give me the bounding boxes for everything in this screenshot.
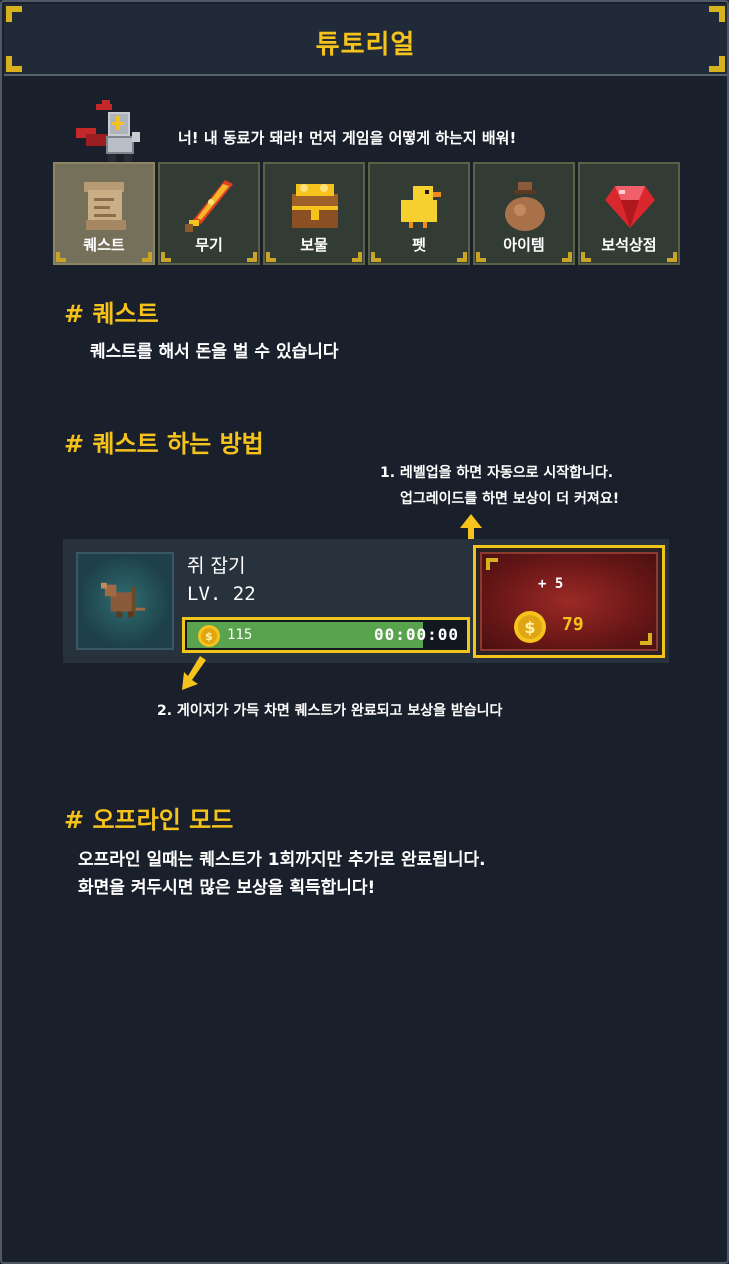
hint-line: 1. 레벨업을 하면 자동으로 시작합니다. <box>380 465 614 481</box>
reward-background: + 5 $ 79 <box>480 552 658 651</box>
tab-label: 보석상점 <box>601 236 657 254</box>
flame-sword-icon <box>185 180 233 232</box>
section-title-howto: # 퀘스트 하는 방법 <box>64 430 264 458</box>
ruby-icon <box>605 186 655 228</box>
section-body-quest: 퀘스트를 해서 돈을 벌 수 있습니다 <box>90 342 339 362</box>
offline-line: 오프라인 일때는 퀘스트가 1회까지만 추가로 완료됩니다. <box>78 850 486 870</box>
tab-weapon[interactable]: 무기 <box>158 162 260 265</box>
corner-ornament <box>56 250 68 262</box>
corner-ornament <box>560 250 572 262</box>
corner-ornament <box>161 250 173 262</box>
knight-character-icon <box>76 100 140 162</box>
intro-dialogue: 너! 내 동료가 돼라! 먼저 게임을 어떻게 하는지 배워! <box>178 129 517 147</box>
tab-label: 무기 <box>195 236 223 254</box>
scroll-icon <box>84 182 126 230</box>
tab-label: 펫 <box>412 236 426 254</box>
rat-icon <box>101 582 146 618</box>
svg-text:$: $ <box>205 630 213 643</box>
corner-ornament <box>455 250 467 262</box>
reward-amount: 79 <box>562 614 584 635</box>
hint-gauge-complete: 2. 게이지가 가득 차면 퀘스트가 완료되고 보상을 받습니다 <box>157 703 503 719</box>
corner-ornament <box>581 250 593 262</box>
coin-icon: $ <box>514 611 546 643</box>
chick-icon <box>401 186 441 228</box>
section-body-offline: 오프라인 일때는 퀘스트가 1회까지만 추가로 완료됩니다. 화면을 켜두시면 … <box>78 846 486 902</box>
header-bar: 튜토리얼 <box>4 4 727 76</box>
tab-gem-shop[interactable]: 보석상점 <box>578 162 680 265</box>
tab-label: 아이템 <box>503 236 545 254</box>
reward-increment: + 5 <box>538 576 564 592</box>
hint-auto-start: 1. 레벨업을 하면 자동으로 시작합니다. 업그레이드를 하면 보상이 더 커… <box>380 460 619 512</box>
tab-treasure[interactable]: 보물 <box>263 162 365 265</box>
corner-ornament <box>665 250 677 262</box>
treasure-chest-icon <box>292 184 338 228</box>
corner-ornament <box>371 250 383 262</box>
tab-pet[interactable]: 펫 <box>368 162 470 265</box>
offline-line: 화면을 켜두시면 많은 보상을 획득합니다! <box>78 878 376 898</box>
tutorial-panel: 튜토리얼 너! 내 동료가 돼라! 먼저 게임을 어떻게 하는지 배워! 퀘스트… <box>0 0 729 1264</box>
quest-level: LV. 22 <box>187 583 256 605</box>
tab-label: 보물 <box>300 236 328 254</box>
corner-ornament <box>350 250 362 262</box>
hint-line: 업그레이드를 하면 보상이 더 커져요! <box>400 491 620 507</box>
svg-text:$: $ <box>524 618 535 637</box>
corner-ornament <box>476 250 488 262</box>
quest-icon-frame <box>76 552 174 650</box>
reward-panel[interactable]: + 5 $ 79 <box>473 545 665 658</box>
section-title-quest: # 퀘스트 <box>64 300 159 328</box>
tab-item[interactable]: 아이템 <box>473 162 575 265</box>
corner-ornament <box>140 250 152 262</box>
corner-ornament <box>486 558 502 574</box>
quest-timer: 00:00:00 <box>373 625 459 644</box>
arrow-down-left-icon <box>182 656 206 690</box>
progress-value: 115 <box>227 627 253 643</box>
tab-label: 퀘스트 <box>83 236 125 254</box>
quest-progress-gauge: $ 115 00:00:00 <box>182 617 470 653</box>
tab-quest[interactable]: 퀘스트 <box>53 162 155 265</box>
category-tabs: 퀘스트 무기 보물 펫 아이템 보석상점 <box>53 162 680 265</box>
quest-name: 쥐 잡기 <box>187 555 246 577</box>
corner-ornament <box>245 250 257 262</box>
coin-icon: $ <box>198 625 220 647</box>
corner-ornament <box>636 629 652 645</box>
corner-ornament <box>266 250 278 262</box>
money-bag-icon <box>505 182 545 231</box>
page-title: 튜토리얼 <box>315 30 416 60</box>
section-title-offline: # 오프라인 모드 <box>64 806 234 834</box>
